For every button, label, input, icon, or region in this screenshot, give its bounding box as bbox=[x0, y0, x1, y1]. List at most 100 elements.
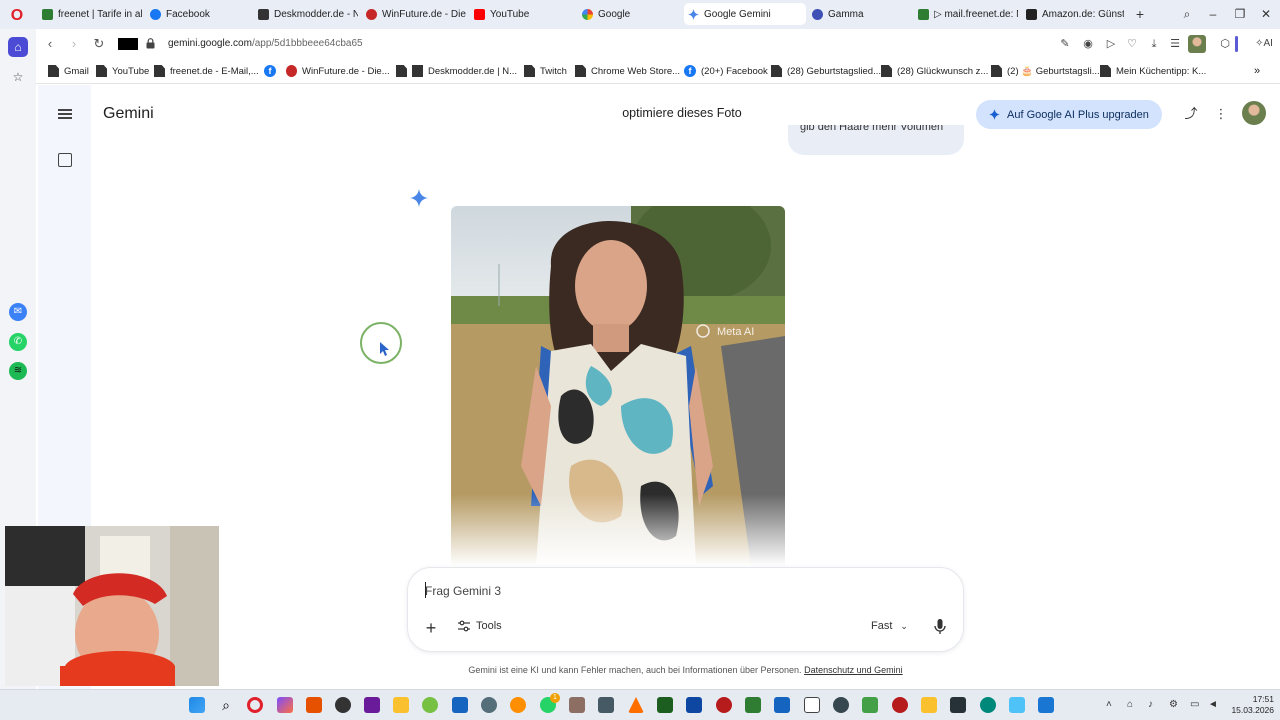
store-icon[interactable] bbox=[452, 697, 468, 713]
app-icon[interactable] bbox=[980, 697, 996, 713]
more-options-icon[interactable]: ⋮ bbox=[1213, 106, 1229, 122]
app-icon[interactable] bbox=[510, 697, 526, 713]
lock-icon[interactable] bbox=[146, 38, 155, 49]
app-icon[interactable] bbox=[716, 697, 732, 713]
excel-icon[interactable] bbox=[657, 697, 673, 713]
app-icon[interactable] bbox=[364, 697, 380, 713]
notepad-icon[interactable] bbox=[804, 697, 820, 713]
bookmark-facebook[interactable]: f (20+) Facebook bbox=[684, 65, 768, 77]
reload-button[interactable]: ↻ bbox=[91, 36, 107, 52]
media-player-icon[interactable] bbox=[422, 697, 438, 713]
easy-setup-icon[interactable]: ☰ bbox=[1168, 37, 1182, 51]
bookmark-geburtstagslied[interactable]: (28) Geburtstagslied... bbox=[771, 65, 881, 77]
generated-photo[interactable]: Meta AI bbox=[451, 206, 785, 566]
tab-winfuture[interactable]: WinFuture.de - Die ga bbox=[362, 3, 466, 25]
app-icon[interactable] bbox=[892, 697, 908, 713]
bookmark-deskmodder[interactable]: Deskmodder.de | N... bbox=[396, 65, 517, 77]
opera-taskbar-icon[interactable] bbox=[247, 697, 263, 713]
settings-gear-icon[interactable] bbox=[481, 697, 497, 713]
snapshot-edit-icon[interactable]: ✎ bbox=[1058, 37, 1072, 51]
privacy-link[interactable]: Datenschutz und Gemini bbox=[804, 665, 903, 675]
minimize-button[interactable]: – bbox=[1205, 6, 1221, 22]
app-icon[interactable] bbox=[921, 697, 937, 713]
whatsapp-icon[interactable]: ✆ bbox=[9, 333, 27, 351]
vlc-icon[interactable] bbox=[628, 697, 644, 713]
microphone-icon[interactable] bbox=[933, 618, 947, 636]
app-icon[interactable] bbox=[862, 697, 878, 713]
camera-icon[interactable]: ◉ bbox=[1081, 37, 1095, 51]
url-field[interactable]: gemini.google.com/app/5d1bbbeee64cba65 bbox=[168, 38, 363, 49]
new-chat-icon[interactable] bbox=[58, 153, 72, 167]
tab-amazon[interactable]: Amazon.de: Günstige bbox=[1022, 3, 1124, 25]
bookmark-geburtstagslied-2[interactable]: (2) 🎂 Geburtstagsli... bbox=[991, 65, 1100, 77]
gemini-brand[interactable]: Gemini bbox=[103, 105, 154, 123]
microphone-tray-icon[interactable]: ♪ bbox=[1148, 699, 1153, 710]
app-icon[interactable] bbox=[745, 697, 761, 713]
tab-deskmodder[interactable]: Deskmodder.de - New bbox=[254, 3, 358, 25]
app-icon[interactable] bbox=[833, 697, 849, 713]
add-attachment-button[interactable]: + bbox=[422, 619, 440, 637]
app-icon[interactable] bbox=[335, 697, 351, 713]
bookmark-winfuture[interactable]: WinFuture.de - Die... bbox=[286, 65, 390, 77]
bookmark-glueckwunsch[interactable]: (28) Glückwunsch z... bbox=[881, 65, 988, 77]
tab-google[interactable]: Google bbox=[578, 3, 682, 25]
app-icon[interactable] bbox=[774, 697, 790, 713]
bookmarks-overflow-chevron-icon[interactable]: » bbox=[1254, 65, 1260, 77]
bookmark-youtube[interactable]: YouTube bbox=[96, 65, 149, 77]
aria-ai-button[interactable]: ✧AI bbox=[1250, 37, 1278, 51]
upgrade-button[interactable]: Auf Google AI Plus upgraden bbox=[976, 100, 1162, 129]
app-icon[interactable] bbox=[686, 697, 702, 713]
tools-button[interactable]: Tools bbox=[458, 620, 502, 632]
bookmark-gmail[interactable]: Gmail bbox=[48, 65, 89, 77]
bookmark-kuechentipp[interactable]: Mein Küchentipp: K... bbox=[1100, 65, 1206, 77]
star-icon[interactable]: ☆ bbox=[8, 67, 28, 87]
windows-start-icon[interactable] bbox=[189, 697, 205, 713]
tab-youtube[interactable]: YouTube bbox=[470, 3, 574, 25]
forward-button[interactable]: › bbox=[66, 36, 82, 52]
settings-tray-icon[interactable]: ⚙ bbox=[1169, 699, 1178, 710]
volume-icon[interactable]: ◄ bbox=[1208, 699, 1218, 710]
tab-google-gemini[interactable]: Google Gemini bbox=[684, 3, 806, 25]
tab-freenet[interactable]: freenet | Tarife in allen bbox=[38, 3, 142, 25]
tab-mail-freenet[interactable]: ▷ mail.freenet.de: Na bbox=[914, 3, 1018, 25]
app-icon[interactable] bbox=[1038, 697, 1054, 713]
copilot-icon[interactable] bbox=[277, 697, 293, 713]
avatar[interactable] bbox=[1242, 101, 1266, 125]
chat-title[interactable]: optimiere dieses Foto bbox=[582, 106, 782, 120]
bookmark-freenet[interactable]: freenet.de - E-Mail,... bbox=[154, 65, 259, 77]
bookmark-chrome-web-store[interactable]: Chrome Web Store... bbox=[575, 65, 680, 77]
heart-icon[interactable]: ♡ bbox=[1125, 37, 1139, 51]
model-mode-dropdown[interactable]: Fast ⌄ bbox=[871, 620, 908, 632]
back-button[interactable]: ‹ bbox=[42, 36, 58, 52]
network-icon[interactable]: ⌂ bbox=[1127, 699, 1133, 710]
tab-gamma[interactable]: Gamma bbox=[808, 3, 912, 25]
file-explorer-icon[interactable] bbox=[393, 697, 409, 713]
home-icon[interactable]: ⌂ bbox=[8, 37, 28, 57]
messenger-icon[interactable]: ✉ bbox=[9, 303, 27, 321]
download-icon[interactable]: ⤓ bbox=[1147, 37, 1161, 51]
opera-logo-icon[interactable]: O bbox=[7, 6, 27, 26]
play-icon[interactable]: ▷ bbox=[1104, 37, 1118, 51]
tray-chevron-up-icon[interactable]: ˄ bbox=[1106, 699, 1112, 710]
display-icon[interactable]: ▭ bbox=[1190, 699, 1199, 710]
prompt-input[interactable] bbox=[425, 581, 845, 601]
close-window-button[interactable]: ✕ bbox=[1258, 6, 1274, 22]
share-icon[interactable]: ⤴ bbox=[1183, 106, 1199, 122]
tab-facebook[interactable]: Facebook bbox=[146, 3, 250, 25]
taskbar-search-icon[interactable]: ⌕ bbox=[218, 697, 234, 713]
app-icon[interactable] bbox=[1009, 697, 1025, 713]
app-icon[interactable] bbox=[569, 697, 585, 713]
profile-avatar[interactable] bbox=[1188, 35, 1206, 53]
extensions-cube-icon[interactable]: ⬡ bbox=[1218, 37, 1232, 51]
app-icon[interactable] bbox=[306, 697, 322, 713]
bookmark-facebook-icon-only[interactable]: f bbox=[264, 65, 281, 77]
maximize-button[interactable]: ❐ bbox=[1232, 6, 1248, 22]
bookmark-twitch[interactable]: Twitch bbox=[524, 65, 567, 77]
app-icon[interactable] bbox=[598, 697, 614, 713]
tab-search-icon[interactable]: ⌕ bbox=[1179, 6, 1195, 22]
terminal-icon[interactable] bbox=[950, 697, 966, 713]
clock[interactable]: 17:51 15.03.2026 bbox=[1228, 694, 1274, 716]
menu-icon[interactable] bbox=[58, 109, 72, 119]
spotify-icon[interactable]: ≋ bbox=[9, 362, 27, 380]
new-tab-button[interactable]: + bbox=[1132, 6, 1148, 22]
